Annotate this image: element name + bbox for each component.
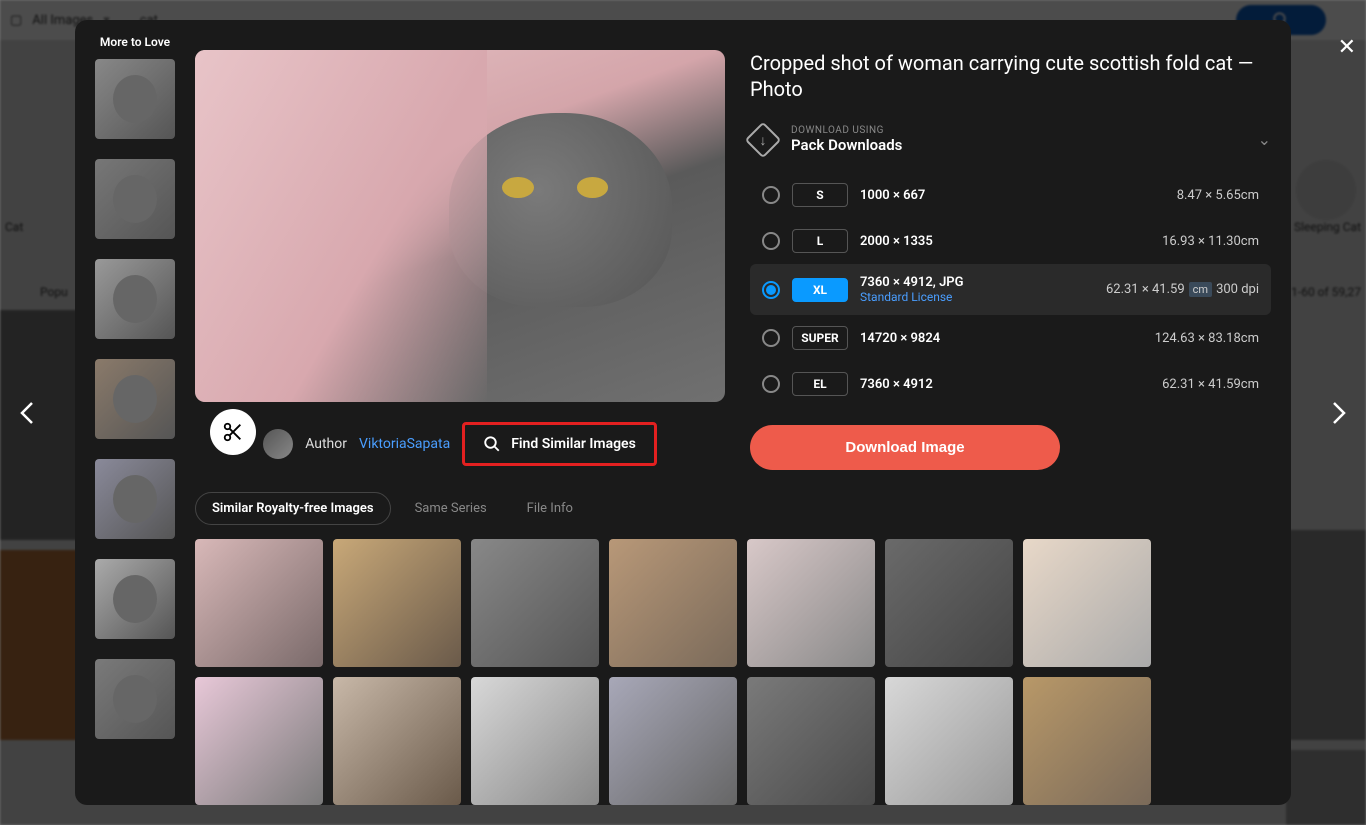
- size-license[interactable]: Standard License: [860, 290, 1000, 304]
- similar-image-thumb[interactable]: [333, 539, 461, 667]
- sidebar-thumb[interactable]: [95, 359, 175, 439]
- similar-image-thumb[interactable]: [471, 677, 599, 805]
- size-option-l[interactable]: L 2000 × 1335 16.93 × 11.30cm: [750, 218, 1271, 264]
- size-physical: 62.31 × 41.59 cm 300 dpi: [1106, 282, 1259, 297]
- chevron-down-icon: ⌄: [1258, 130, 1271, 149]
- size-option-xl[interactable]: XL 7360 × 4912, JPGStandard License 62.31 …: [750, 264, 1271, 315]
- size-badge: L: [792, 229, 848, 253]
- crop-button[interactable]: [210, 409, 256, 455]
- unit-badge: cm: [1189, 282, 1212, 297]
- similar-image-thumb[interactable]: [195, 677, 323, 805]
- next-arrow-icon[interactable]: [1318, 393, 1358, 433]
- similar-image-thumb[interactable]: [609, 677, 737, 805]
- more-to-love-sidebar: More to Love: [75, 20, 195, 805]
- similar-image-thumb[interactable]: [609, 539, 737, 667]
- size-physical: 16.93 × 11.30cm: [1162, 234, 1259, 249]
- download-image-button[interactable]: Download Image: [750, 425, 1060, 470]
- size-physical: 8.47 × 5.65cm: [1177, 188, 1259, 203]
- size-badge: XL: [792, 278, 848, 302]
- download-using-sub: DOWNLOAD USING: [791, 125, 1243, 136]
- size-option-s[interactable]: S 1000 × 667 8.47 × 5.65cm: [750, 172, 1271, 218]
- search-icon: [483, 435, 501, 453]
- similar-image-thumb[interactable]: [471, 539, 599, 667]
- sidebar-thumb[interactable]: [95, 559, 175, 639]
- similar-image-thumb[interactable]: [1023, 677, 1151, 805]
- similar-image-thumb[interactable]: [1023, 539, 1151, 667]
- size-option-el[interactable]: EL 7360 × 4912 62.31 × 41.59cm: [750, 361, 1271, 407]
- size-badge: S: [792, 183, 848, 207]
- size-badge: EL: [792, 372, 848, 396]
- sidebar-thumb[interactable]: [95, 659, 175, 739]
- size-dimensions: 2000 × 1335: [860, 234, 1000, 249]
- find-similar-label: Find Similar Images: [511, 436, 636, 452]
- radio-icon: [762, 329, 780, 347]
- size-physical: 62.31 × 41.59cm: [1162, 377, 1259, 392]
- radio-icon: [762, 281, 780, 299]
- tab-file-info[interactable]: File Info: [511, 493, 589, 524]
- sidebar-thumb[interactable]: [95, 159, 175, 239]
- sidebar-thumb[interactable]: [95, 59, 175, 139]
- size-badge: SUPER: [792, 326, 848, 350]
- similar-image-thumb[interactable]: [333, 677, 461, 805]
- similar-images-grid: See More: [195, 539, 1275, 805]
- download-panel: Cropped shot of woman carrying cute scot…: [750, 50, 1291, 470]
- similar-image-thumb[interactable]: [747, 539, 875, 667]
- download-using-main: Pack Downloads: [791, 136, 1243, 154]
- similar-image-thumb[interactable]: [885, 539, 1013, 667]
- scissors-icon: [222, 421, 244, 443]
- prev-arrow-icon[interactable]: [8, 393, 48, 433]
- tab-similar-royalty-free-images[interactable]: Similar Royalty-free Images: [195, 492, 391, 525]
- similar-image-thumb[interactable]: [885, 677, 1013, 805]
- sidebar-thumb[interactable]: [95, 259, 175, 339]
- author-link[interactable]: ViktoriaSapata: [359, 436, 450, 452]
- find-similar-button[interactable]: Find Similar Images: [462, 422, 657, 466]
- radio-icon: [762, 375, 780, 393]
- size-dimensions: 7360 × 4912, JPG: [860, 275, 1000, 290]
- download-using-row[interactable]: ↓ DOWNLOAD USING Pack Downloads ⌄: [750, 120, 1271, 172]
- dpi-label: 300 dpi: [1216, 282, 1259, 297]
- image-detail-modal: More to Love Autho: [75, 20, 1291, 805]
- main-image[interactable]: [195, 50, 725, 402]
- sidebar-title: More to Love: [100, 35, 170, 49]
- size-dimensions: 14720 × 9824: [860, 331, 1000, 346]
- radio-icon: [762, 232, 780, 250]
- tabs-row: Similar Royalty-free Images Same Series Fi…: [195, 492, 1291, 525]
- radio-icon: [762, 186, 780, 204]
- download-pack-icon: ↓: [745, 121, 782, 158]
- author-label: Author: [305, 436, 347, 452]
- similar-image-thumb[interactable]: [747, 677, 875, 805]
- size-option-super[interactable]: SUPER 14720 × 9824 124.63 × 83.18cm: [750, 315, 1271, 361]
- size-dimensions: 1000 × 667: [860, 188, 1000, 203]
- size-physical: 124.63 × 83.18cm: [1155, 331, 1259, 346]
- close-icon[interactable]: ✕: [1338, 35, 1356, 60]
- size-dimensions: 7360 × 4912: [860, 377, 1000, 392]
- similar-image-thumb[interactable]: [195, 539, 323, 667]
- sidebar-thumb[interactable]: [95, 459, 175, 539]
- author-avatar[interactable]: [263, 429, 293, 459]
- main-image-wrap: Author ViktoriaSapata Find Similar Image…: [195, 50, 725, 470]
- tab-same-series[interactable]: Same Series: [399, 493, 503, 524]
- image-title: Cropped shot of woman carrying cute scot…: [750, 50, 1271, 102]
